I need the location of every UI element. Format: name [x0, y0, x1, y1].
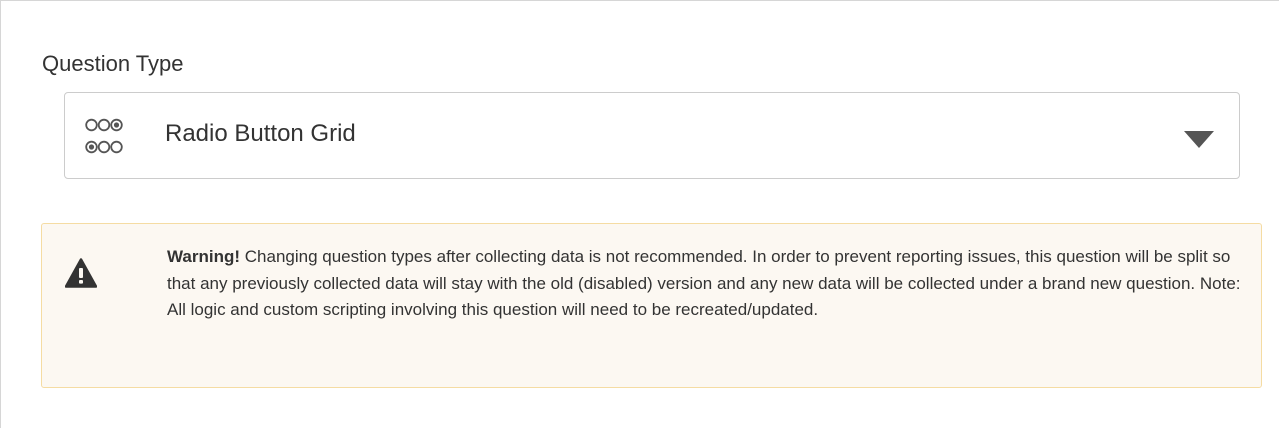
- question-type-panel: Question Type Radio Button Grid Warning!…: [0, 0, 1279, 428]
- question-type-label: Question Type: [42, 51, 184, 76]
- warning-body: Changing question types after collecting…: [167, 247, 1241, 319]
- warning-title: Warning!: [167, 247, 241, 266]
- warning-message: Warning! Changing question types after c…: [167, 244, 1252, 324]
- caret-down-icon[interactable]: [1184, 131, 1214, 148]
- radio-button-grid-icon: [85, 116, 123, 156]
- question-type-select[interactable]: Radio Button Grid: [64, 92, 1240, 179]
- question-type-selected-value: Radio Button Grid: [165, 120, 356, 147]
- warning-triangle-icon: [64, 258, 98, 288]
- warning-alert: Warning! Changing question types after c…: [41, 223, 1262, 388]
